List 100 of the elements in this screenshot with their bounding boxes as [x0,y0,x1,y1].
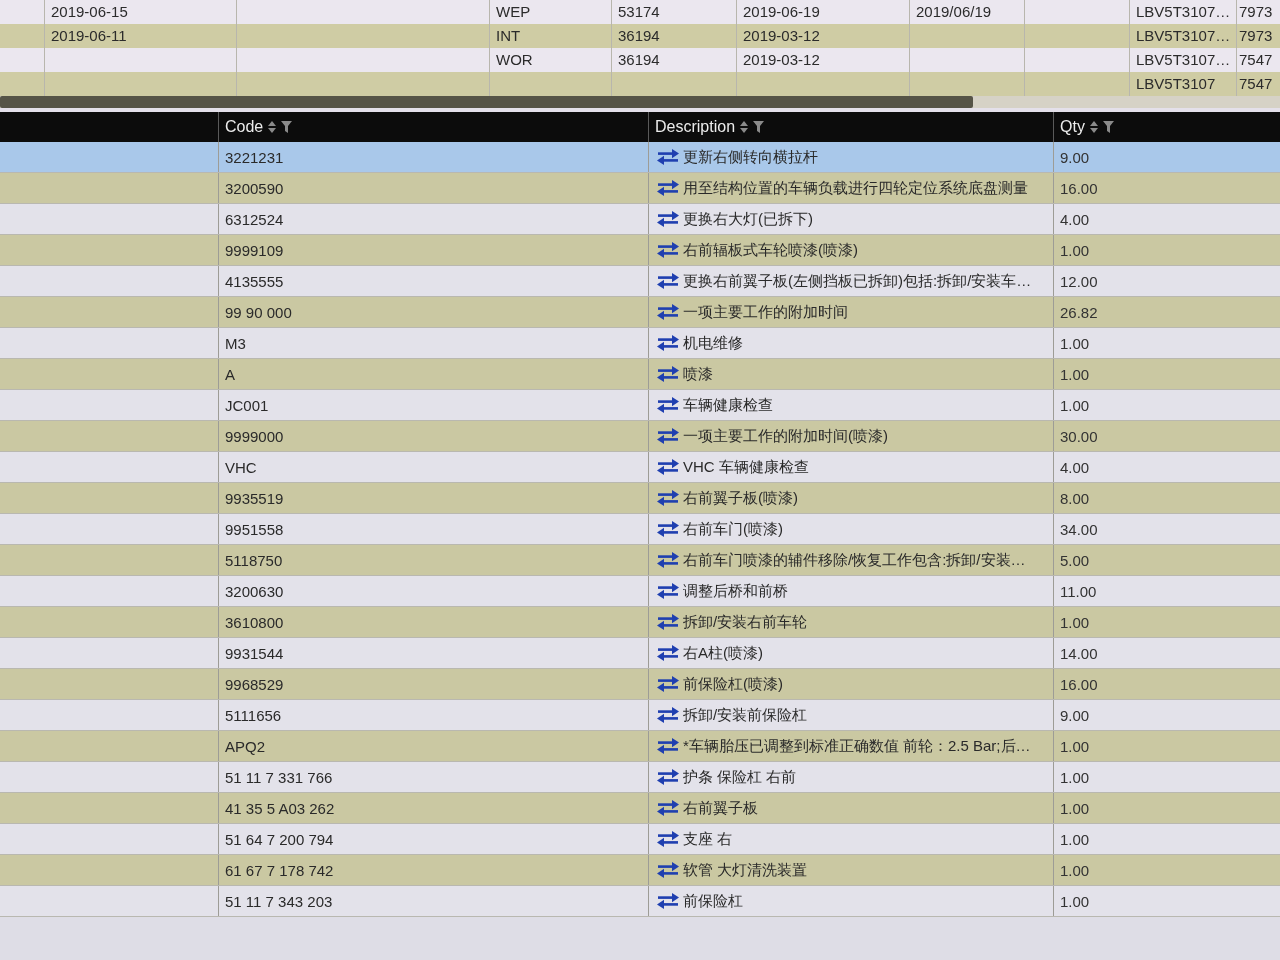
code-cell: 51 11 7 331 766 [218,762,648,792]
table-row[interactable]: 9999000 一项主要工作的附加时间(喷漆) 30.00 [0,421,1280,452]
swap-arrows-icon[interactable] [657,707,679,723]
swap-arrows-icon[interactable] [657,149,679,165]
swap-arrows-icon[interactable] [657,676,679,692]
description-text: 车辆健康检查 [683,395,773,415]
code-cell: 41 35 5 A03 262 [218,793,648,823]
swap-arrows-icon[interactable] [657,490,679,506]
column-header[interactable]: Description [655,118,736,136]
qty-cell: 16.00 [1053,173,1280,203]
table-row[interactable]: 6312524 更换右大灯(已拆下) 4.00 [0,204,1280,235]
qty-cell: 11.00 [1053,576,1280,606]
description-text: 软管 大灯清洗装置 [683,860,808,880]
qty-cell: 1.00 [1053,855,1280,885]
swap-arrows-icon[interactable] [657,893,679,909]
table-row[interactable]: 41 35 5 A03 262 右前翼子板 1.00 [0,793,1280,824]
swap-arrows-icon[interactable] [657,273,679,289]
description-text: 右前车门喷漆的辅件移除/恢复工作包含:拆卸/安装… [683,550,1026,570]
filter-icon[interactable] [753,121,765,133]
code-cell: APQ2 [218,731,648,761]
swap-arrows-icon[interactable] [657,459,679,475]
table-row[interactable]: APQ2 *车辆胎压已调整到标准正确数值 前轮：2.5 Bar;后… 1.00 [0,731,1280,762]
qty-cell: 4.00 [1053,452,1280,482]
sort-icon[interactable] [268,121,277,133]
code-cell: JC001 [218,390,648,420]
table-row[interactable]: 3221231 更新右侧转向横拉杆 9.00 [0,142,1280,173]
swap-arrows-icon[interactable] [657,769,679,785]
table-row[interactable]: 9935519 右前翼子板(喷漆) 8.00 [0,483,1280,514]
swap-arrows-icon[interactable] [657,738,679,754]
swap-arrows-icon[interactable] [657,862,679,878]
column-header[interactable]: Qty [1060,118,1085,136]
swap-arrows-icon[interactable] [657,366,679,382]
swap-arrows-icon[interactable] [657,831,679,847]
table-cell-text: 7547 [1238,50,1274,70]
grid-row[interactable]: LBV5T3107 7547 [0,72,1280,96]
table-row[interactable]: 61 67 7 178 742 软管 大灯清洗装置 1.00 [0,855,1280,886]
table-row[interactable]: JC001 车辆健康检查 1.00 [0,390,1280,421]
table-row[interactable]: 99 90 000 一项主要工作的附加时间 26.82 [0,297,1280,328]
qty-cell: 1.00 [1053,607,1280,637]
table-row[interactable]: 51 11 7 343 203 前保险杠 1.00 [0,886,1280,917]
swap-arrows-icon[interactable] [657,583,679,599]
description-text: 机电维修 [683,333,743,353]
table-row[interactable]: 3200590 用至结构位置的车辆负载进行四轮定位系统底盘测量 16.00 [0,173,1280,204]
table-row[interactable]: 9999109 右前辐板式车轮喷漆(喷漆) 1.00 [0,235,1280,266]
table-row[interactable]: 4135555 更换右前翼子板(左侧挡板已拆卸)包括:拆卸/安装车… 12.00 [0,266,1280,297]
swap-arrows-icon[interactable] [657,242,679,258]
qty-cell: 30.00 [1053,421,1280,451]
qty-cell: 5.00 [1053,545,1280,575]
filter-icon[interactable] [1102,121,1114,133]
swap-arrows-icon[interactable] [657,645,679,661]
code-cell: 9968529 [218,669,648,699]
swap-arrows-icon[interactable] [657,180,679,196]
code-cell: 9951558 [218,514,648,544]
sort-icon[interactable] [740,121,749,133]
table-row[interactable]: 3610800 拆卸/安装右前车轮 1.00 [0,607,1280,638]
description-text: 一项主要工作的附加时间(喷漆) [683,426,888,446]
sort-icon[interactable] [1089,121,1098,133]
description-text: 用至结构位置的车辆负载进行四轮定位系统底盘测量 [683,178,1028,198]
qty-cell: 1.00 [1053,793,1280,823]
table-cell-text: 7973 [1238,2,1274,22]
swap-arrows-icon[interactable] [657,335,679,351]
description-text: 右前车门(喷漆) [683,519,783,539]
code-cell: 3221231 [218,142,648,172]
code-cell: 3610800 [218,607,648,637]
swap-arrows-icon[interactable] [657,552,679,568]
table-row[interactable]: 3200630 调整后桥和前桥 11.00 [0,576,1280,607]
qty-cell: 12.00 [1053,266,1280,296]
column-header[interactable]: Code [225,118,264,136]
table-row[interactable]: 5118750 右前车门喷漆的辅件移除/恢复工作包含:拆卸/安装… 5.00 [0,545,1280,576]
grid-row[interactable]: 2019-06-11 INT 36194 2019-03-12 LBV5T3107… 7973 [0,24,1280,48]
swap-arrows-icon[interactable] [657,428,679,444]
description-text: 前保险杠(喷漆) [683,674,783,694]
swap-arrows-icon[interactable] [657,800,679,816]
table-row[interactable]: A 喷漆 1.00 [0,359,1280,390]
description-text: 调整后桥和前桥 [683,581,788,601]
swap-arrows-icon[interactable] [657,211,679,227]
swap-arrows-icon[interactable] [657,397,679,413]
swap-arrows-icon[interactable] [657,304,679,320]
swap-arrows-icon[interactable] [657,614,679,630]
code-cell: 9999000 [218,421,648,451]
table-row[interactable]: 9931544 右A柱(喷漆) 14.00 [0,638,1280,669]
qty-cell: 34.00 [1053,514,1280,544]
description-text: 右A柱(喷漆) [683,643,763,663]
scrollbar-thumb[interactable] [0,96,973,108]
qty-cell: 1.00 [1053,731,1280,761]
table-row[interactable]: 51 64 7 200 794 支座 右 1.00 [0,824,1280,855]
swap-arrows-icon[interactable] [657,521,679,537]
table-row[interactable]: 9968529 前保险杠(喷漆) 16.00 [0,669,1280,700]
table-row[interactable]: VHC VHC 车辆健康检查 4.00 [0,452,1280,483]
code-cell: M3 [218,328,648,358]
table-row[interactable]: 5111656 拆卸/安装前保险杠 9.00 [0,700,1280,731]
filter-icon[interactable] [281,121,293,133]
table-row[interactable]: 51 11 7 331 766 护条 保险杠 右前 1.00 [0,762,1280,793]
code-cell: 4135555 [218,266,648,296]
scrollbar-track[interactable] [0,96,1280,108]
description-text: 右前翼子板 [683,798,758,818]
qty-cell: 4.00 [1053,204,1280,234]
table-row[interactable]: 9951558 右前车门(喷漆) 34.00 [0,514,1280,545]
table-row[interactable]: M3 机电维修 1.00 [0,328,1280,359]
description-text: VHC 车辆健康检查 [683,457,809,477]
